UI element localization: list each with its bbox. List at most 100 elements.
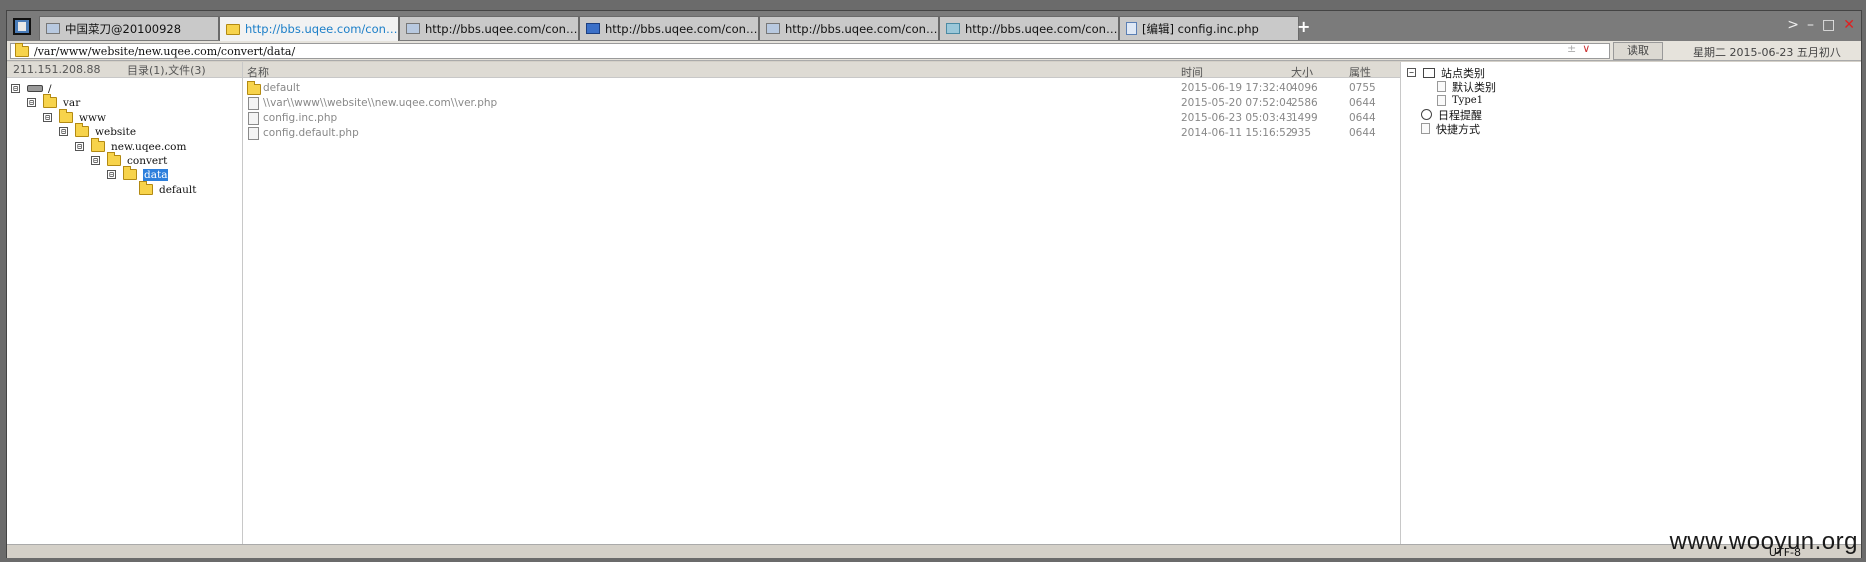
- file-size: 1499: [1291, 112, 1318, 124]
- collapse-icon[interactable]: ⊟: [11, 84, 20, 93]
- column-header-size[interactable]: 大小: [1291, 64, 1313, 80]
- file-size: 2586: [1291, 97, 1318, 109]
- address-bar: /var/www/website/new.uqee.com/convert/da…: [7, 41, 1861, 61]
- tree-header: 211.151.208.88 目录(1),文件(3): [7, 62, 242, 78]
- tree-node-label: /: [48, 82, 52, 95]
- tab-edit-file[interactable]: [编辑] config.inc.php: [1119, 16, 1299, 40]
- collapse-icon[interactable]: ⊟: [107, 170, 116, 179]
- folder-icon: [226, 23, 240, 35]
- collapse-icon[interactable]: ⊟: [75, 142, 84, 151]
- file-attr: 0644: [1349, 127, 1376, 139]
- path-tools: ± ∨: [1567, 42, 1590, 55]
- status-bar: UTF-8: [7, 544, 1861, 559]
- folder-icon: [75, 123, 89, 137]
- tab-web-2[interactable]: http://bbs.uqee.com/convert...: [759, 16, 939, 40]
- page-icon: [1126, 22, 1137, 35]
- tab-database[interactable]: http://bbs.uqee.com/convert...: [939, 16, 1119, 40]
- collapse-icon[interactable]: ⊟: [43, 113, 52, 122]
- tree-node-label: convert: [127, 154, 168, 167]
- chevron-right-icon[interactable]: >: [1787, 17, 1799, 33]
- tree-node-label: www: [79, 111, 106, 124]
- folder-icon: [107, 152, 121, 166]
- plus-minus-icon[interactable]: ±: [1567, 42, 1576, 55]
- file-row[interactable]: \\var\\www\\website\\new.uqee.com\\ver.p…: [243, 96, 1401, 111]
- folder-icon: [59, 109, 73, 123]
- tree-node-default[interactable]: default: [139, 181, 197, 197]
- file-attr: 0644: [1349, 97, 1376, 109]
- app-menu-icon[interactable]: [13, 18, 31, 35]
- file-name: config.inc.php: [263, 112, 338, 124]
- file-time: 2015-06-19 17:32:40: [1181, 82, 1293, 94]
- item-summary: 目录(1),文件(3): [127, 63, 206, 77]
- column-header-time[interactable]: 时间: [1181, 64, 1203, 80]
- collapse-icon[interactable]: ⊟: [59, 127, 68, 136]
- file-icon: [248, 97, 259, 110]
- column-header-name[interactable]: 名称: [247, 64, 269, 80]
- file-name: default: [263, 82, 300, 94]
- database-icon: [946, 23, 960, 34]
- file-list: 名称 时间 大小 属性 default 2015-06-19 17:32:40 …: [243, 62, 1401, 544]
- document-icon: [1437, 95, 1446, 106]
- globe-icon: [406, 23, 420, 34]
- file-attr: 0755: [1349, 82, 1376, 94]
- file-size: 4096: [1291, 82, 1318, 94]
- category-icon: [1423, 67, 1435, 78]
- tab-home[interactable]: 中国菜刀@20100928: [39, 16, 219, 40]
- tree-node-label: default: [159, 183, 197, 196]
- tree-node-label: website: [95, 125, 137, 138]
- chevron-down-icon[interactable]: ∨: [1582, 42, 1590, 55]
- file-size: 935: [1291, 127, 1312, 139]
- side-node-label: 快捷方式: [1436, 122, 1480, 136]
- side-node-default-category[interactable]: 默认类别: [1437, 79, 1496, 94]
- shortcut-icon: [1421, 123, 1430, 134]
- tab-label: http://bbs.uqee.com/convert...: [605, 21, 758, 36]
- side-panel: − 站点类别 默认类别 Type1 日程提醒 快捷方式: [1401, 62, 1861, 544]
- collapse-icon[interactable]: −: [1407, 68, 1416, 77]
- tab-label: http://bbs.uqee.com/convert...: [425, 21, 578, 36]
- folder-icon: [247, 81, 261, 95]
- file-row[interactable]: config.default.php 2014-06-11 15:16:52 9…: [243, 126, 1401, 141]
- tree-node-new-uqee-com[interactable]: ⊟ new.uqee.com: [75, 138, 187, 154]
- app-tab-icon: [46, 23, 60, 34]
- tree-node-label: data: [143, 168, 169, 181]
- collapse-icon[interactable]: ⊟: [27, 98, 36, 107]
- new-tab-button[interactable]: +: [1297, 19, 1310, 35]
- file-name: config.default.php: [263, 127, 359, 139]
- path-input[interactable]: /var/www/website/new.uqee.com/convert/da…: [10, 42, 1610, 59]
- file-time: 2015-06-23 05:03:43: [1181, 112, 1293, 124]
- tab-strip: 中国菜刀@20100928 http://bbs.uqee.com/conver…: [39, 16, 1299, 41]
- minimize-icon[interactable]: –: [1807, 17, 1814, 33]
- collapse-icon[interactable]: ⊟: [91, 156, 100, 165]
- folder-icon: [91, 138, 105, 152]
- app-window: 中国菜刀@20100928 http://bbs.uqee.com/conver…: [6, 10, 1862, 559]
- column-header-attr[interactable]: 属性: [1349, 64, 1371, 80]
- file-name: \\var\\www\\website\\new.uqee.com\\ver.p…: [263, 97, 498, 109]
- document-icon: [1437, 81, 1446, 92]
- file-attr: 0644: [1349, 112, 1376, 124]
- clock-icon: [1421, 109, 1432, 120]
- tab-label: http://bbs.uqee.com/convert...: [965, 21, 1118, 36]
- tab-file-manager[interactable]: http://bbs.uqee.com/convert...: [219, 16, 399, 41]
- tree-node-label: new.uqee.com: [111, 140, 187, 153]
- file-row[interactable]: config.inc.php 2015-06-23 05:03:43 1499 …: [243, 111, 1401, 126]
- maximize-icon[interactable]: □: [1822, 17, 1835, 33]
- tree-node-var[interactable]: ⊟ var: [27, 94, 81, 110]
- globe-icon: [766, 23, 780, 34]
- close-icon[interactable]: ✕: [1843, 17, 1855, 33]
- folder-icon: [43, 94, 57, 108]
- folder-icon: [139, 181, 153, 195]
- tree-node-label: var: [63, 96, 81, 109]
- tab-web[interactable]: http://bbs.uqee.com/convert...: [399, 16, 579, 40]
- read-button[interactable]: 读取: [1613, 42, 1663, 60]
- tree-node-data[interactable]: ⊟ data: [107, 166, 169, 182]
- date-display: 星期二 2015-06-23 五月初八: [1693, 46, 1841, 59]
- tree-node-website[interactable]: ⊟ website: [59, 123, 137, 139]
- file-row[interactable]: default 2015-06-19 17:32:40 4096 0755: [243, 81, 1401, 96]
- tab-terminal[interactable]: http://bbs.uqee.com/convert...: [579, 16, 759, 40]
- drive-icon: [27, 85, 43, 92]
- side-node-shortcuts[interactable]: 快捷方式: [1421, 121, 1480, 136]
- open-folder-icon: [123, 166, 137, 180]
- window-controls: > – □ ✕: [1787, 17, 1855, 33]
- file-icon: [248, 112, 259, 125]
- file-list-header: 名称 时间 大小 属性: [243, 62, 1400, 80]
